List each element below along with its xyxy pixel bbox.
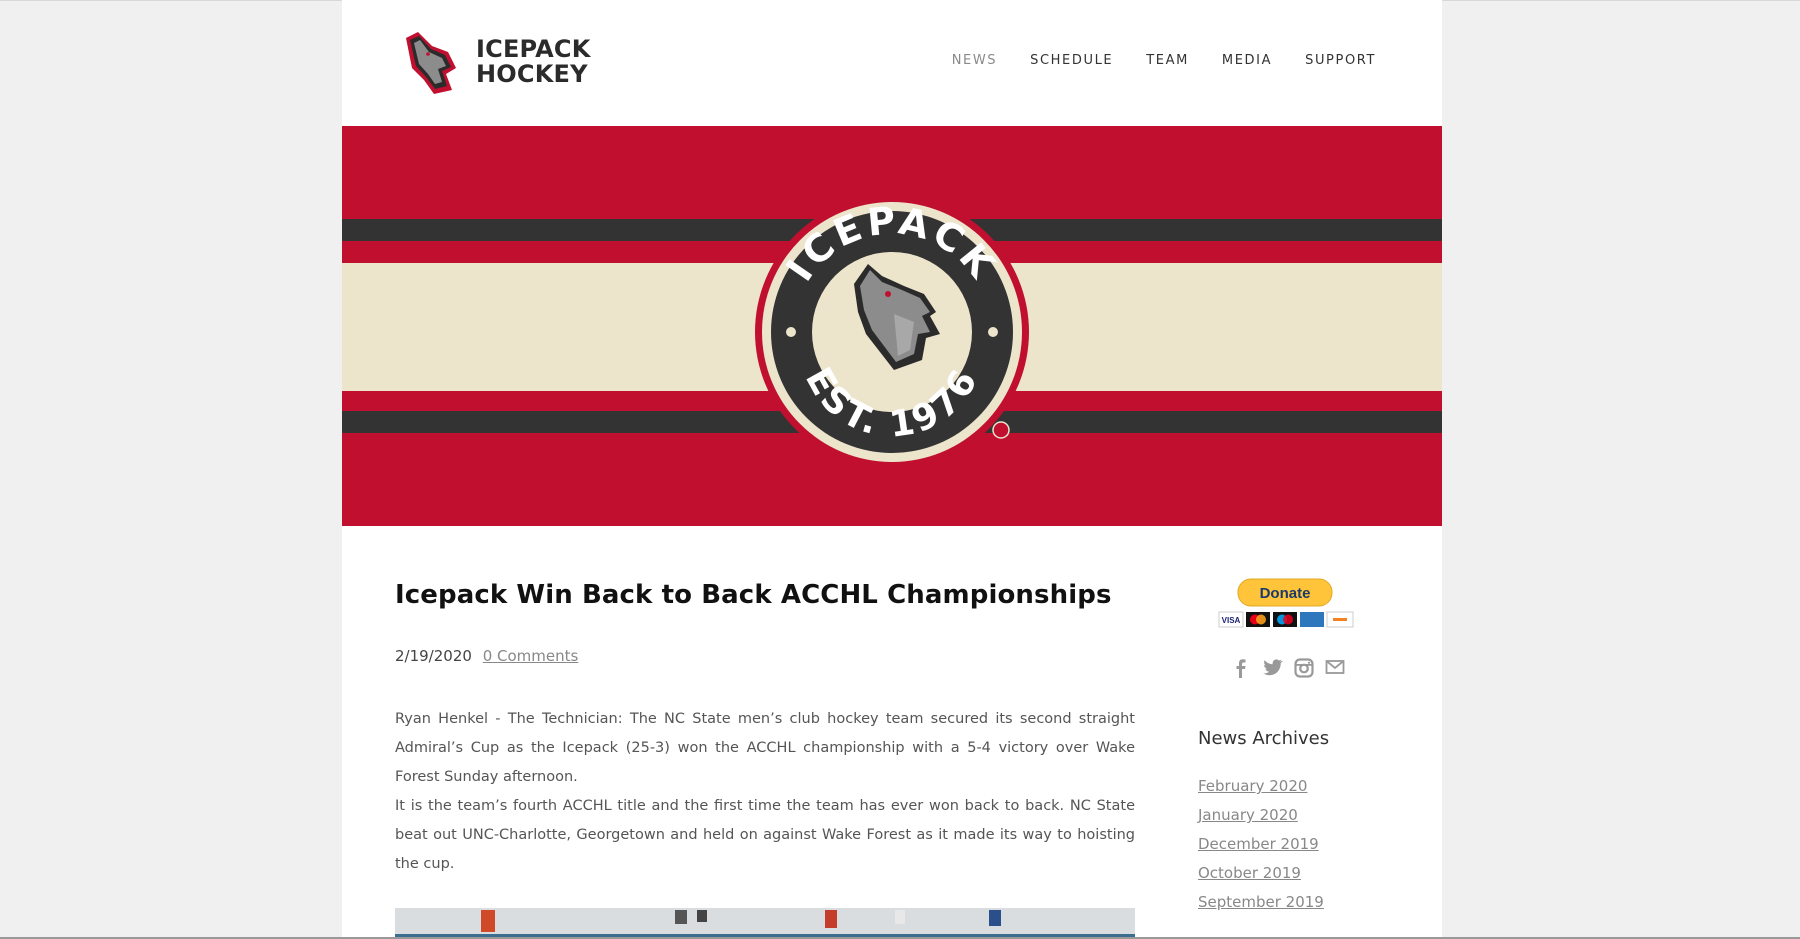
article-body: Ryan Henkel - The Technician: The NC Sta…	[395, 705, 1135, 879]
article-photo	[395, 908, 1135, 939]
nav-schedule[interactable]: SCHEDULE	[1030, 53, 1113, 68]
archive-link[interactable]: December 2019	[1198, 835, 1319, 853]
archive-link[interactable]: September 2019	[1198, 893, 1324, 911]
comments-link[interactable]: 0 Comments	[483, 647, 579, 665]
svg-text:VISA: VISA	[1222, 616, 1241, 625]
page-container: ICEPACK HOCKEY NEWS SCHEDULE TEAM MEDIA …	[342, 0, 1442, 939]
site-logo[interactable]: ICEPACK HOCKEY	[398, 28, 591, 96]
wolf-logo-icon	[406, 32, 456, 94]
nav-news[interactable]: NEWS	[952, 53, 997, 68]
article: Icepack Win Back to Back ACCHL Champions…	[395, 580, 1135, 879]
main-nav: NEWS SCHEDULE TEAM MEDIA SUPPORT	[952, 53, 1376, 68]
mail-icon[interactable]	[1325, 658, 1345, 676]
archives-list: February 2020 January 2020 December 2019…	[1198, 777, 1398, 922]
rink-photo-image	[395, 908, 1135, 939]
article-title: Icepack Win Back to Back ACCHL Champions…	[395, 580, 1112, 610]
list-item: October 2019	[1198, 864, 1398, 893]
hero-banner: ICEPACK EST. 1976	[342, 126, 1442, 526]
nav-media[interactable]: MEDIA	[1222, 53, 1272, 68]
nav-support[interactable]: SUPPORT	[1305, 53, 1376, 68]
list-item: January 2020	[1198, 806, 1398, 835]
list-item: September 2019	[1198, 893, 1398, 922]
list-item: December 2019	[1198, 835, 1398, 864]
article-date: 2/19/2020	[395, 647, 472, 665]
list-item: February 2020	[1198, 777, 1398, 806]
svg-text:Donate: Donate	[1260, 585, 1311, 602]
sidebar: Donate VISA News Archives February 2020 …	[1198, 578, 1398, 922]
article-paragraph: It is the team’s fourth ACCHL title and …	[395, 798, 1135, 872]
logo-line-1: ICEPACK	[476, 35, 591, 63]
article-paragraph: Ryan Henkel - The Technician: The NC Sta…	[395, 711, 1135, 785]
instagram-icon[interactable]	[1294, 658, 1314, 678]
article-meta: 2/19/2020 0 Comments	[395, 647, 1135, 665]
facebook-icon[interactable]	[1232, 658, 1250, 678]
nav-team[interactable]: TEAM	[1146, 53, 1189, 68]
archive-link[interactable]: October 2019	[1198, 864, 1301, 882]
donate-button[interactable]: Donate VISA	[1218, 578, 1354, 628]
archives-title: News Archives	[1198, 728, 1330, 749]
logo-line-2: HOCKEY	[476, 60, 588, 88]
archive-link[interactable]: January 2020	[1198, 806, 1298, 824]
twitter-icon[interactable]	[1263, 658, 1283, 676]
archive-link[interactable]: February 2020	[1198, 777, 1307, 795]
logo-wordmark: ICEPACK HOCKEY	[476, 37, 591, 87]
icepack-badge-logo: ICEPACK EST. 1976	[755, 195, 1029, 469]
social-links	[1232, 658, 1398, 678]
